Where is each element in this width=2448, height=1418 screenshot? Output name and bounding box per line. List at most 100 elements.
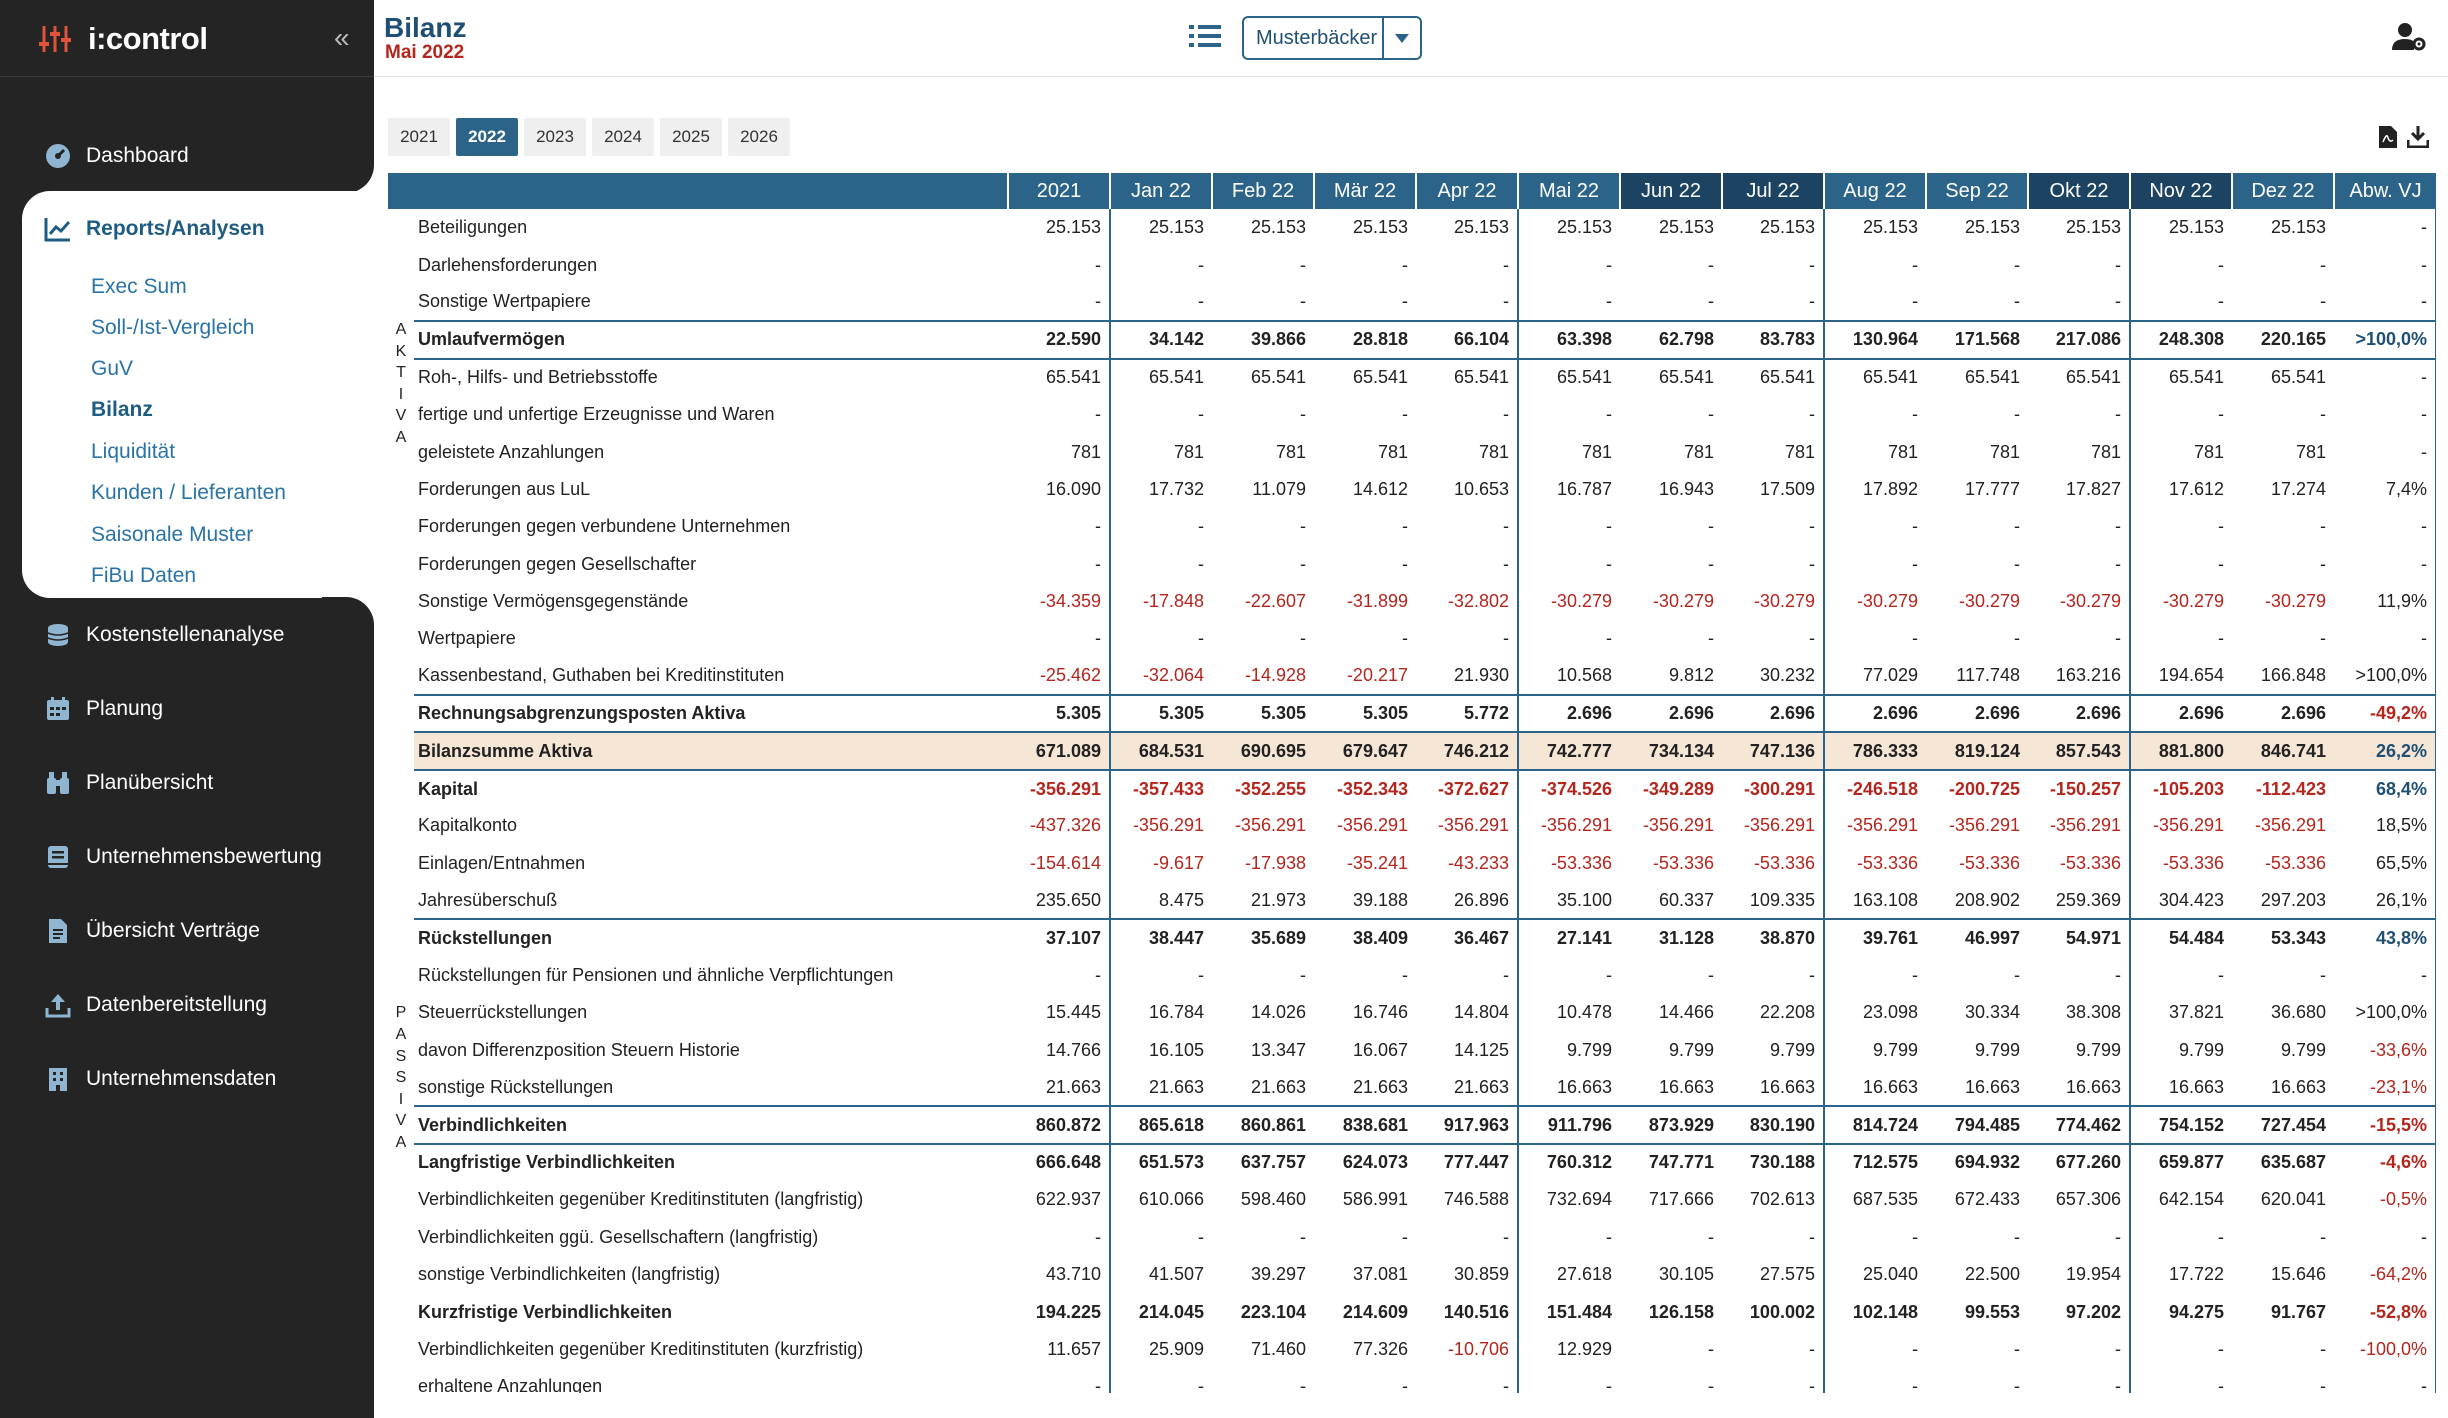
- table-cell: -30.279: [2264, 591, 2326, 612]
- year-tab-2025[interactable]: 2025: [660, 118, 722, 156]
- table-cell: -: [1008, 283, 1111, 322]
- column-header[interactable]: Nov 22: [2129, 173, 2232, 209]
- app-logo[interactable]: i:control: [38, 18, 208, 60]
- table-cell: -: [1722, 246, 1825, 284]
- table-cell: 25.153: [1416, 209, 1519, 247]
- table-cell: -17.848: [1142, 591, 1204, 612]
- table-cell: -: [1198, 1226, 1204, 1247]
- table-cell: 65.541: [1416, 357, 1519, 396]
- chevron-down-icon[interactable]: [1382, 18, 1420, 58]
- table-cell: 37.821: [2168, 1002, 2224, 1023]
- subnav-saisonale-muster[interactable]: Saisonale Muster: [91, 520, 253, 550]
- subnav-bilanz[interactable]: Bilanz: [91, 395, 153, 425]
- year-tab-2021[interactable]: 2021: [388, 118, 450, 156]
- table-cell: -: [2028, 1368, 2131, 1393]
- table-cell: -9.617: [1152, 852, 1204, 873]
- table-cell: 26,2%: [2334, 731, 2436, 770]
- balance-sheet-table-container[interactable]: 2021 Jan 22 Feb 22 Mär 22 Apr 22 Mai 22 Jun 22…: [388, 173, 2436, 1393]
- table-cell: 9.812: [1668, 665, 1714, 686]
- table-cell: -: [2218, 1226, 2224, 1247]
- table-cell: 781: [1887, 441, 1918, 462]
- column-header[interactable]: Mai 22: [1517, 173, 1620, 209]
- table-cell: 37.107: [1008, 918, 1111, 957]
- table-cell: -: [2334, 1368, 2436, 1393]
- nav-unternehmensbewertung[interactable]: Unternehmensbewertung: [44, 839, 322, 875]
- table-cell: 781: [1008, 433, 1111, 471]
- row-label: Forderungen gegen verbundene Unternehmen: [418, 516, 791, 537]
- table-cell: -: [1606, 254, 1612, 275]
- table-cell: -: [1912, 516, 1918, 537]
- binoculars-icon: [44, 769, 72, 797]
- nav-kostenstellen[interactable]: Kostenstellenanalyse: [44, 617, 284, 653]
- nav-unternehmensdaten[interactable]: Unternehmensdaten: [44, 1061, 276, 1097]
- column-header[interactable]: Feb 22: [1211, 173, 1314, 209]
- table-cell: 25.153: [1722, 209, 1825, 247]
- column-header[interactable]: 2021: [1007, 173, 1110, 209]
- column-header[interactable]: Apr 22: [1415, 173, 1518, 209]
- table-cell: -: [1606, 553, 1612, 574]
- column-header[interactable]: Mär 22: [1313, 173, 1416, 209]
- table-cell: -: [1912, 1376, 1918, 1393]
- table-cell: -: [2014, 404, 2020, 425]
- company-select[interactable]: Musterbäcker: [1242, 16, 1422, 60]
- table-cell: 163.216: [2028, 657, 2131, 696]
- nav-reports[interactable]: Reports/Analysen: [44, 211, 265, 247]
- table-cell: 25.153: [1964, 217, 2020, 238]
- table-cell: -43.233: [1416, 844, 1519, 883]
- table-cell: -: [1606, 1376, 1612, 1393]
- subnav-soll-ist[interactable]: Soll-/Ist-Vergleich: [91, 313, 254, 343]
- table-cell: 642.154: [2158, 1189, 2224, 1210]
- table-cell: 30.105: [1658, 1264, 1714, 1285]
- table-cell: 53.343: [2232, 918, 2334, 957]
- table-cell: 16.943: [1658, 478, 1714, 499]
- subnav-exec-sum[interactable]: Exec Sum: [91, 272, 187, 302]
- table-cell: -: [2218, 254, 2224, 275]
- table-cell: 2.696: [2232, 694, 2334, 733]
- column-header[interactable]: Okt 22: [2027, 173, 2130, 209]
- year-tab-2026[interactable]: 2026: [728, 118, 790, 156]
- user-settings-icon[interactable]: [2392, 22, 2426, 52]
- pdf-export-icon[interactable]: [2378, 126, 2398, 148]
- table-cell: -: [2320, 516, 2326, 537]
- table-cell: 17.732: [1148, 478, 1204, 499]
- column-header[interactable]: Jan 22: [1109, 173, 1212, 209]
- year-tab-2022[interactable]: 2022: [456, 118, 518, 156]
- nav-planung[interactable]: Planung: [44, 691, 163, 727]
- download-icon[interactable]: [2407, 126, 2429, 148]
- company-select-value: Musterbäcker: [1256, 26, 1378, 49]
- table-cell: -105.203: [2130, 768, 2232, 808]
- list-icon[interactable]: [1189, 22, 1221, 50]
- table-cell: 46.997: [1926, 918, 2028, 957]
- table-cell: 65.541: [1824, 357, 1926, 396]
- subnav-liquiditaet[interactable]: Liquidität: [91, 437, 175, 467]
- column-header[interactable]: Aug 22: [1823, 173, 1926, 209]
- table-cell: 65.541: [1722, 357, 1825, 396]
- table-cell: -: [1708, 965, 1714, 985]
- column-header[interactable]: Jun 22: [1619, 173, 1722, 209]
- table-cell: 2.696: [1824, 694, 1926, 733]
- table-cell: -: [1300, 291, 1306, 312]
- nav-dashboard[interactable]: Dashboard: [44, 138, 189, 174]
- calendar-icon: [44, 695, 72, 723]
- column-header[interactable]: Sep 22: [1925, 173, 2028, 209]
- nav-planuebersicht[interactable]: Planübersicht: [44, 765, 213, 801]
- nav-vertraege[interactable]: Übersicht Verträge: [44, 913, 260, 949]
- table-row: Darlehensforderungen - - - - - - - - - - - - - -: [388, 246, 2436, 284]
- column-header[interactable]: Jul 22: [1721, 173, 1824, 209]
- table-cell: 21.663: [1148, 1076, 1204, 1097]
- table-cell: 109.335: [1722, 882, 1825, 920]
- subnav-kunden-lieferanten[interactable]: Kunden / Lieferanten: [91, 478, 286, 508]
- subnav-guv[interactable]: GuV: [91, 354, 133, 384]
- row-label: Steuerrückstellungen: [418, 1002, 588, 1023]
- double-chevron-left-icon[interactable]: «: [334, 22, 350, 54]
- table-cell: -352.343: [1314, 768, 1416, 808]
- table-cell: 22.590: [1008, 320, 1111, 359]
- column-header[interactable]: Dez 22: [2231, 173, 2334, 209]
- column-header[interactable]: Abw. VJ: [2333, 173, 2436, 209]
- nav-unternehmensdaten-label: Unternehmensdaten: [86, 1067, 277, 1090]
- table-cell: 43,8%: [2334, 918, 2436, 957]
- year-tab-2024[interactable]: 2024: [592, 118, 654, 156]
- subnav-fibu-daten[interactable]: FiBu Daten: [91, 561, 196, 591]
- year-tab-2023[interactable]: 2023: [524, 118, 586, 156]
- nav-datenbereitstellung[interactable]: Datenbereitstellung: [44, 987, 267, 1023]
